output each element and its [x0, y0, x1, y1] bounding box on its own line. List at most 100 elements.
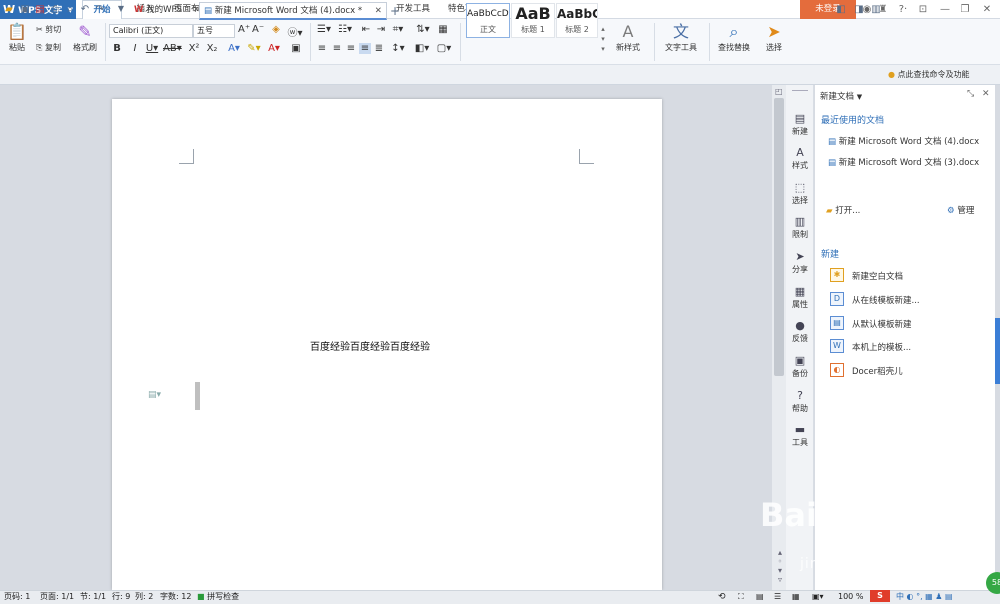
- decrease-indent-icon[interactable]: ⇤: [360, 24, 372, 35]
- close-tab-icon[interactable]: ✕: [375, 6, 382, 16]
- numbered-list-icon[interactable]: ☷▾: [337, 24, 353, 35]
- clear-format-icon[interactable]: ◈: [270, 24, 282, 35]
- text-effect-icon[interactable]: A▾: [226, 43, 242, 54]
- print-icon[interactable]: ⎙: [48, 4, 62, 15]
- side-tool-help[interactable]: ? 帮助: [786, 389, 814, 414]
- font-size-select[interactable]: 五号: [193, 24, 235, 38]
- open-button[interactable]: ▰ 打开...: [826, 204, 860, 216]
- bold-icon[interactable]: B: [112, 43, 122, 54]
- style-normal[interactable]: AaBbCcDd 正文: [466, 3, 510, 38]
- manage-button[interactable]: ⚙ 管理: [947, 204, 974, 216]
- side-tool-backup[interactable]: ▣ 备份: [786, 354, 814, 379]
- new-tab-plus-icon[interactable]: +: [388, 4, 402, 18]
- tab-my-wps[interactable]: W 我的WPS ✕: [130, 2, 204, 20]
- restore-icon[interactable]: ❐: [958, 3, 972, 16]
- select-button[interactable]: ➤ 选择: [758, 22, 790, 53]
- close-pane-icon[interactable]: ✕: [982, 89, 990, 99]
- italic-icon[interactable]: I: [130, 43, 140, 54]
- find-replace-button[interactable]: ⌕ 查找替换: [712, 22, 756, 53]
- phonetic-icon[interactable]: ⓦ▾: [286, 24, 304, 39]
- status-pages[interactable]: 页面: 1/1: [40, 591, 74, 603]
- status-column[interactable]: 列: 2: [135, 591, 153, 603]
- table-grid-icon[interactable]: ▦: [437, 24, 449, 35]
- fullscreen-icon[interactable]: ⛶: [738, 591, 744, 603]
- print-preview-icon[interactable]: ⌕: [63, 4, 77, 15]
- task-pane-title[interactable]: 新建文档 ▼: [820, 90, 862, 102]
- justify-icon[interactable]: ≡: [359, 43, 371, 54]
- sogou-ime-icon[interactable]: S: [870, 590, 890, 602]
- open-folder-icon[interactable]: ▰: [2, 4, 16, 15]
- text-tools-button[interactable]: 文 文字工具: [658, 22, 704, 53]
- underline-icon[interactable]: U▾: [145, 43, 159, 54]
- recent-doc-item[interactable]: ▤ 新建 Microsoft Word 文档 (3).docx: [828, 156, 979, 168]
- status-section[interactable]: 节: 1/1: [80, 591, 106, 603]
- customize-caret-icon[interactable]: ▼: [114, 4, 128, 13]
- new-blank-doc-link[interactable]: 新建空白文档: [852, 270, 903, 282]
- pane-collapse-handle[interactable]: [995, 318, 1000, 384]
- grow-font-icon[interactable]: A⁺: [238, 24, 250, 35]
- layout-icon[interactable]: ◨: [852, 4, 866, 15]
- drag-handle[interactable]: [792, 90, 808, 93]
- char-shading-icon[interactable]: ▣: [290, 43, 302, 54]
- ime-tray-icons[interactable]: 中 ◐ °, ▦ ♟ ▤: [896, 591, 953, 603]
- side-tool-share[interactable]: ➤ 分享: [786, 250, 814, 275]
- cut-button[interactable]: ✂ 剪切: [36, 24, 61, 35]
- new-from-online-template-link[interactable]: 从在线模板新建...: [852, 294, 920, 306]
- shrink-font-icon[interactable]: A⁻: [252, 24, 264, 35]
- status-page-number[interactable]: 页码: 1: [4, 591, 30, 603]
- sort-icon[interactable]: ⇅▾: [416, 24, 430, 35]
- pin-pane-icon[interactable]: ⤡: [967, 89, 974, 99]
- scroll-top-icon[interactable]: ◰: [775, 87, 783, 96]
- web-view-icon[interactable]: ▦: [792, 591, 800, 603]
- bullet-list-icon[interactable]: ☰▾: [316, 24, 332, 35]
- font-color-icon[interactable]: A▾: [266, 43, 282, 54]
- side-tool-restrict[interactable]: ▥ 限制: [786, 215, 814, 240]
- spellcheck-toggle[interactable]: ■ 拼写检查: [197, 591, 239, 603]
- font-name-select[interactable]: Calibri (正文): [109, 24, 193, 38]
- align-left-icon[interactable]: ≡: [316, 43, 328, 54]
- document-body-text[interactable]: 百度经验百度经验百度经验: [310, 338, 430, 353]
- side-tool-tools[interactable]: ▬ 工具: [786, 423, 814, 448]
- strikethrough-icon[interactable]: AB▾: [163, 43, 182, 54]
- side-tool-style[interactable]: A 样式: [786, 146, 814, 171]
- style-heading-1[interactable]: AaB 标题 1: [511, 3, 555, 38]
- new-style-button[interactable]: A 新样式: [610, 22, 646, 53]
- superscript-icon[interactable]: X²: [188, 43, 200, 54]
- side-tool-new[interactable]: ▤ 新建: [786, 112, 814, 137]
- expand-icon[interactable]: ▥: [869, 4, 883, 15]
- side-tool-properties[interactable]: ▦ 属性: [786, 285, 814, 310]
- outline-view-icon[interactable]: ☰: [774, 591, 781, 603]
- paste-options-icon[interactable]: ▤▾: [148, 390, 161, 400]
- distributed-icon[interactable]: ≣: [373, 43, 385, 54]
- export-pdf-icon[interactable]: ▤: [33, 4, 47, 15]
- tab-current-document[interactable]: ▤ 新建 Microsoft Word 文档 (4).docx * ✕: [199, 2, 387, 20]
- window-pin-icon[interactable]: ⊡: [916, 3, 930, 16]
- align-center-icon[interactable]: ≡: [331, 43, 343, 54]
- line-spacing-icon[interactable]: ↕▾: [390, 43, 406, 54]
- page-view-icon[interactable]: ▤: [756, 591, 764, 603]
- shading-icon[interactable]: ◧▾: [414, 43, 430, 54]
- side-tool-feedback[interactable]: ● 反馈: [786, 319, 814, 344]
- docer-link[interactable]: Docer稻壳儿: [852, 365, 903, 377]
- save-icon[interactable]: ▣: [18, 4, 32, 15]
- command-search-hint[interactable]: ● 点此查找命令及功能: [888, 69, 970, 80]
- subscript-icon[interactable]: X₂: [206, 43, 218, 54]
- redo-icon[interactable]: ↷: [93, 4, 107, 15]
- style-heading-2[interactable]: AaBbC 标题 2: [556, 3, 598, 38]
- local-templates-link[interactable]: 本机上的模板...: [852, 341, 911, 353]
- style-gallery-scroll[interactable]: ▴ ▾ ▾: [599, 24, 607, 56]
- new-from-default-template-link[interactable]: 从默认模板新建: [852, 318, 912, 330]
- undo-icon[interactable]: ↶: [78, 4, 92, 15]
- status-word-count[interactable]: 字数: 12: [160, 591, 191, 603]
- panel-toggle-icon[interactable]: ◧: [834, 4, 848, 15]
- borders-icon[interactable]: ▢▾: [436, 43, 452, 54]
- align-right-icon[interactable]: ≡: [345, 43, 357, 54]
- recent-doc-item[interactable]: ▤ 新建 Microsoft Word 文档 (4).docx: [828, 135, 979, 147]
- format-painter-button[interactable]: ✎ 格式刷: [70, 22, 100, 53]
- reading-view-icon[interactable]: ▣▾: [812, 591, 824, 603]
- side-tool-select[interactable]: ⬚ 选择: [786, 181, 814, 206]
- revision-icon[interactable]: ⟲: [718, 591, 726, 603]
- increase-indent-icon[interactable]: ⇥: [375, 24, 387, 35]
- scrollbar-thumb[interactable]: [774, 98, 784, 376]
- close-icon[interactable]: ✕: [980, 3, 994, 16]
